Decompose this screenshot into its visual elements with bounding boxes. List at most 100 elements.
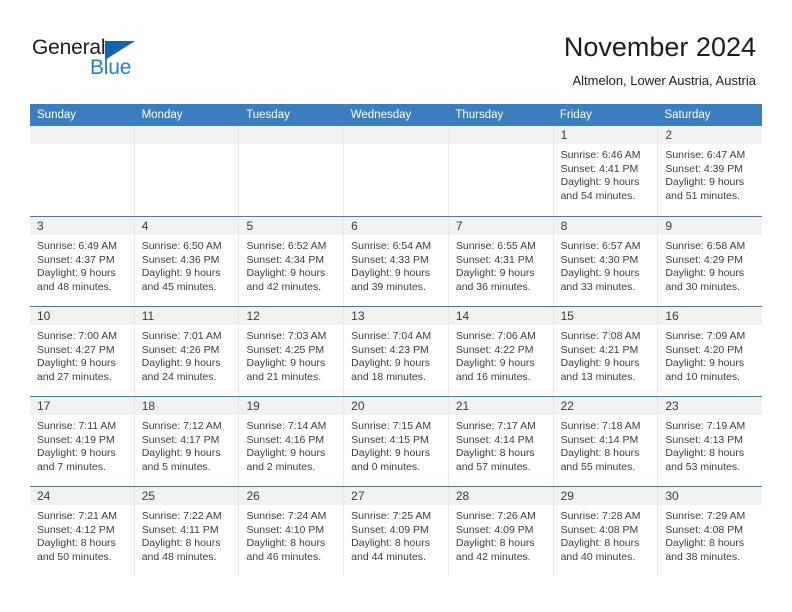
page-title: November 2024 bbox=[563, 32, 756, 62]
logo[interactable]: General Blue bbox=[32, 36, 162, 84]
day-detail-line: Sunset: 4:39 PM bbox=[665, 162, 743, 175]
day-detail-line: and 7 minutes. bbox=[37, 460, 106, 473]
day-cell-7[interactable]: 7 Sunrise: 6:55 AM Sunset: 4:31 PM Daylight… bbox=[448, 217, 554, 306]
logo-text-blue: Blue bbox=[90, 56, 132, 79]
day-cell-9[interactable]: 9 Sunrise: 6:58 AM Sunset: 4:29 PM Daylight… bbox=[658, 217, 763, 306]
calendar-week-row: 3 Sunrise: 6:49 AM Sunset: 4:37 PM Daylight… bbox=[30, 216, 763, 306]
day-cell-8[interactable]: 8 Sunrise: 6:57 AM Sunset: 4:30 PM Daylight… bbox=[553, 217, 659, 306]
day-cell-29[interactable]: 29 Sunrise: 7:28 AM Sunset: 4:08 PM Dayligh… bbox=[553, 487, 659, 576]
day-detail-line: Sunrise: 7:25 AM bbox=[351, 510, 432, 522]
day-cell-empty bbox=[239, 126, 345, 216]
day-number: 2 bbox=[658, 126, 763, 144]
day-detail-line: Sunrise: 7:15 AM bbox=[351, 420, 432, 432]
day-details: Sunrise: 7:22 AM Sunset: 4:11 PM Daylight:… bbox=[135, 505, 239, 564]
day-details: Sunrise: 6:57 AM Sunset: 4:30 PM Daylight:… bbox=[554, 235, 658, 294]
day-cell-18[interactable]: 18 Sunrise: 7:12 AM Sunset: 4:17 PM Dayligh… bbox=[134, 397, 240, 486]
day-number bbox=[239, 126, 344, 144]
day-number bbox=[134, 126, 239, 144]
calendar-body: 1 Sunrise: 6:46 AM Sunset: 4:41 PM Daylight… bbox=[30, 126, 763, 576]
day-cell-3[interactable]: 3 Sunrise: 6:49 AM Sunset: 4:37 PM Daylight… bbox=[30, 217, 135, 306]
day-cell-14[interactable]: 14 Sunrise: 7:06 AM Sunset: 4:22 PM Dayligh… bbox=[448, 307, 554, 396]
day-details: Sunrise: 7:08 AM Sunset: 4:21 PM Daylight:… bbox=[554, 325, 658, 384]
day-details bbox=[239, 144, 343, 149]
day-cell-4[interactable]: 4 Sunrise: 6:50 AM Sunset: 4:36 PM Daylight… bbox=[134, 217, 240, 306]
day-cell-13[interactable]: 13 Sunrise: 7:04 AM Sunset: 4:23 PM Dayligh… bbox=[344, 307, 449, 396]
day-detail-line: Daylight: 9 hours bbox=[665, 267, 745, 280]
day-detail-line: Sunrise: 6:58 AM bbox=[665, 240, 746, 252]
day-detail-line: Sunset: 4:08 PM bbox=[665, 523, 743, 536]
day-detail-line: Sunrise: 6:49 AM bbox=[37, 240, 117, 252]
day-cell-28[interactable]: 28 Sunrise: 7:26 AM Sunset: 4:09 PM Dayligh… bbox=[448, 487, 554, 576]
day-detail-line: Sunrise: 6:55 AM bbox=[455, 240, 536, 252]
day-detail-line: Sunset: 4:09 PM bbox=[351, 523, 429, 536]
day-detail-line: Sunset: 4:34 PM bbox=[246, 253, 325, 266]
day-detail-line: and 48 minutes. bbox=[37, 280, 112, 293]
day-details: Sunrise: 7:29 AM Sunset: 4:08 PM Daylight:… bbox=[658, 505, 762, 564]
day-detail-line: Sunset: 4:14 PM bbox=[560, 433, 639, 446]
day-detail-line: Sunset: 4:11 PM bbox=[141, 523, 219, 536]
day-detail-line: Daylight: 9 hours bbox=[246, 357, 326, 370]
day-detail-line: Daylight: 9 hours bbox=[246, 447, 326, 460]
day-detail-line: Sunrise: 6:57 AM bbox=[560, 240, 641, 252]
weekday-header-row: Sunday Monday Tuesday Wednesday Thursday Frid… bbox=[30, 104, 762, 126]
calendar-week-row: 24 Sunrise: 7:21 AM Sunset: 4:12 PM Dayligh… bbox=[30, 486, 763, 576]
day-detail-line: Daylight: 9 hours bbox=[560, 357, 640, 370]
day-cell-2[interactable]: 2 Sunrise: 6:47 AM Sunset: 4:39 PM Daylight… bbox=[658, 126, 763, 216]
day-detail-line: Sunset: 4:20 PM bbox=[665, 343, 743, 356]
page-header: General Blue November 2024 Altmelon, Low… bbox=[0, 0, 792, 100]
day-cell-22[interactable]: 22 Sunrise: 7:18 AM Sunset: 4:14 PM Dayligh… bbox=[553, 397, 659, 486]
day-details bbox=[449, 144, 553, 149]
day-detail-line: Sunset: 4:16 PM bbox=[246, 433, 325, 446]
day-detail-line: Daylight: 8 hours bbox=[246, 537, 326, 550]
day-details: Sunrise: 7:06 AM Sunset: 4:22 PM Daylight:… bbox=[449, 325, 553, 384]
day-cell-1[interactable]: 1 Sunrise: 6:46 AM Sunset: 4:41 PM Daylight… bbox=[553, 126, 659, 216]
day-detail-line: and 13 minutes. bbox=[560, 370, 636, 383]
day-details: Sunrise: 7:19 AM Sunset: 4:13 PM Daylight:… bbox=[658, 415, 762, 474]
day-details: Sunrise: 7:09 AM Sunset: 4:20 PM Daylight:… bbox=[658, 325, 762, 384]
day-details: Sunrise: 6:55 AM Sunset: 4:31 PM Daylight:… bbox=[449, 235, 553, 294]
day-number: 24 bbox=[30, 487, 134, 505]
day-detail-line: and 10 minutes. bbox=[665, 370, 741, 383]
weekday-header-monday: Monday bbox=[141, 109, 183, 121]
day-number: 30 bbox=[658, 487, 763, 505]
day-cell-11[interactable]: 11 Sunrise: 7:01 AM Sunset: 4:26 PM Dayligh… bbox=[134, 307, 240, 396]
day-detail-line: Sunset: 4:15 PM bbox=[351, 433, 429, 446]
day-detail-line: and 42 minutes. bbox=[455, 550, 531, 563]
day-cell-23[interactable]: 23 Sunrise: 7:19 AM Sunset: 4:13 PM Dayligh… bbox=[658, 397, 763, 486]
weekday-header-saturday: Saturday bbox=[664, 109, 711, 121]
day-cell-16[interactable]: 16 Sunrise: 7:09 AM Sunset: 4:20 PM Dayligh… bbox=[658, 307, 763, 396]
day-detail-line: Daylight: 9 hours bbox=[141, 267, 221, 280]
day-details: Sunrise: 7:12 AM Sunset: 4:17 PM Daylight:… bbox=[135, 415, 239, 474]
day-details: Sunrise: 7:03 AM Sunset: 4:25 PM Daylight:… bbox=[239, 325, 343, 384]
day-cell-30[interactable]: 30 Sunrise: 7:29 AM Sunset: 4:08 PM Dayligh… bbox=[658, 487, 763, 576]
day-cell-26[interactable]: 26 Sunrise: 7:24 AM Sunset: 4:10 PM Dayligh… bbox=[239, 487, 345, 576]
day-number: 27 bbox=[344, 487, 448, 505]
day-cell-6[interactable]: 6 Sunrise: 6:54 AM Sunset: 4:33 PM Daylight… bbox=[344, 217, 449, 306]
day-detail-line: Daylight: 8 hours bbox=[560, 447, 640, 460]
day-cell-12[interactable]: 12 Sunrise: 7:03 AM Sunset: 4:25 PM Dayligh… bbox=[239, 307, 345, 396]
day-detail-line: Daylight: 9 hours bbox=[141, 357, 221, 370]
day-cell-27[interactable]: 27 Sunrise: 7:25 AM Sunset: 4:09 PM Dayligh… bbox=[344, 487, 449, 576]
day-details: Sunrise: 7:26 AM Sunset: 4:09 PM Daylight:… bbox=[449, 505, 553, 564]
day-cell-5[interactable]: 5 Sunrise: 6:52 AM Sunset: 4:34 PM Daylight… bbox=[239, 217, 345, 306]
day-cell-25[interactable]: 25 Sunrise: 7:22 AM Sunset: 4:11 PM Dayligh… bbox=[134, 487, 240, 576]
day-number: 15 bbox=[553, 307, 658, 325]
day-cell-19[interactable]: 19 Sunrise: 7:14 AM Sunset: 4:16 PM Dayligh… bbox=[239, 397, 345, 486]
day-number bbox=[344, 126, 448, 144]
day-cell-20[interactable]: 20 Sunrise: 7:15 AM Sunset: 4:15 PM Dayligh… bbox=[344, 397, 449, 486]
day-details bbox=[344, 144, 448, 149]
day-number: 28 bbox=[448, 487, 553, 505]
day-cell-10[interactable]: 10 Sunrise: 7:00 AM Sunset: 4:27 PM Dayligh… bbox=[30, 307, 135, 396]
day-detail-line: Sunrise: 7:11 AM bbox=[37, 420, 117, 432]
day-number: 4 bbox=[134, 217, 239, 235]
day-cell-empty bbox=[344, 126, 449, 216]
day-cell-15[interactable]: 15 Sunrise: 7:08 AM Sunset: 4:21 PM Dayligh… bbox=[553, 307, 659, 396]
day-cell-24[interactable]: 24 Sunrise: 7:21 AM Sunset: 4:12 PM Dayligh… bbox=[30, 487, 135, 576]
day-details bbox=[135, 144, 239, 149]
day-cell-17[interactable]: 17 Sunrise: 7:11 AM Sunset: 4:19 PM Dayligh… bbox=[30, 397, 135, 486]
day-details: Sunrise: 7:25 AM Sunset: 4:09 PM Daylight:… bbox=[344, 505, 448, 564]
day-cell-21[interactable]: 21 Sunrise: 7:17 AM Sunset: 4:14 PM Dayligh… bbox=[448, 397, 554, 486]
day-detail-line: Sunset: 4:08 PM bbox=[560, 523, 639, 536]
day-cell-empty bbox=[30, 126, 135, 216]
day-detail-line: Sunrise: 7:26 AM bbox=[455, 510, 536, 522]
